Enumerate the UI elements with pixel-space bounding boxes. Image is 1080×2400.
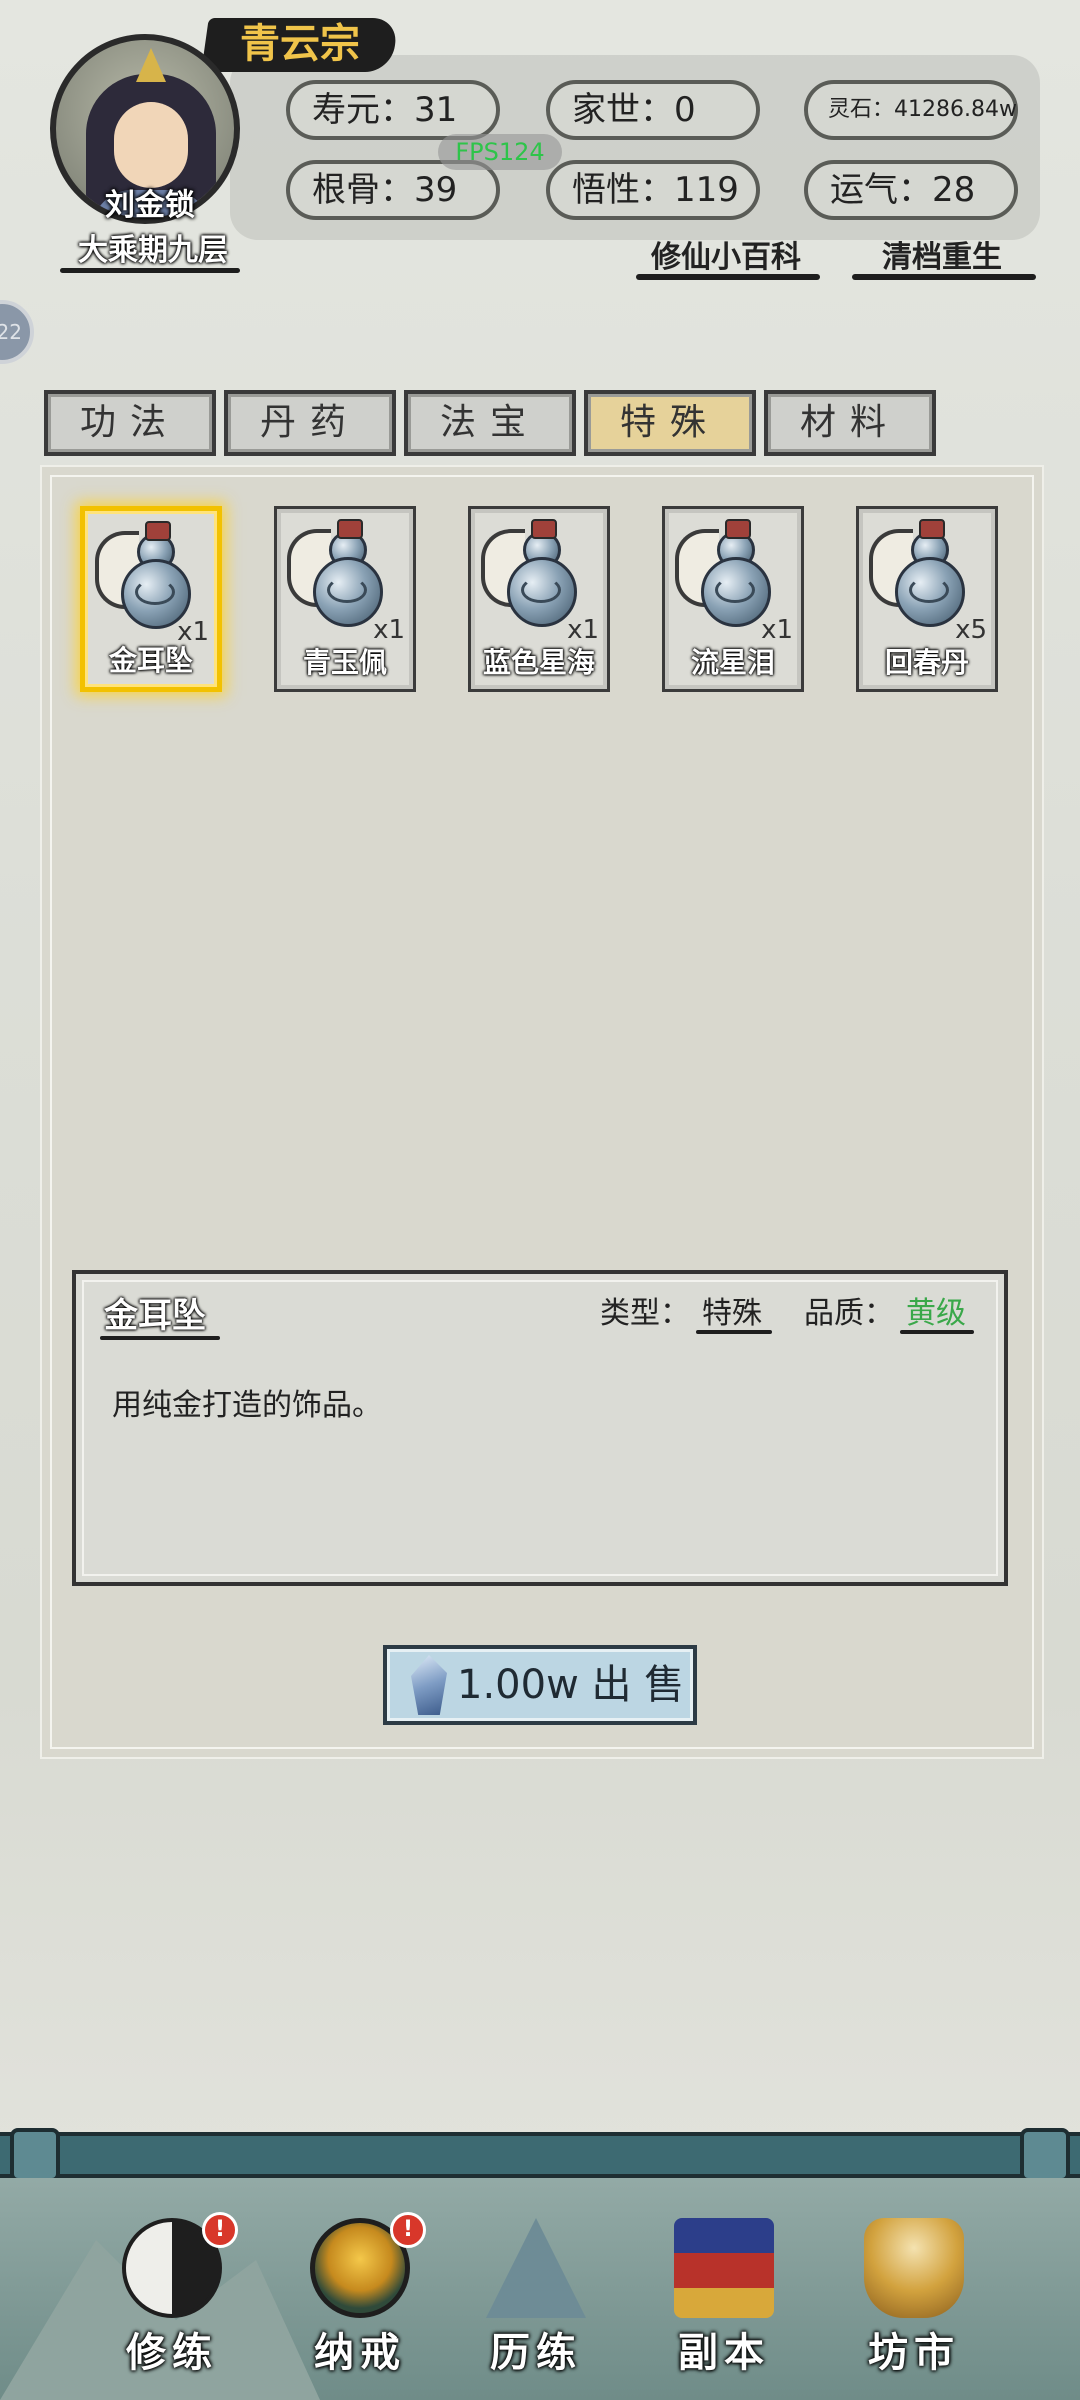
reset-underline (852, 274, 1036, 280)
mountain-icon (486, 2218, 586, 2318)
item-name: 回春丹 (884, 646, 969, 679)
comprehension-stat: 悟性：119 (546, 160, 760, 220)
luck-stat: 运气：28 (804, 160, 1018, 220)
family-stat: 家世：0 (546, 80, 760, 140)
detail-type-label: 类型： (600, 1296, 690, 1331)
nav-cultivate[interactable]: ! 修练 (92, 2210, 252, 2390)
incense-burner-icon (864, 2218, 964, 2318)
detail-type-value: 特殊 (702, 1296, 762, 1331)
gourd-cork (145, 521, 171, 541)
item-name: 青玉佩 (302, 646, 387, 679)
scroll-end-right (1020, 2128, 1070, 2182)
spirit-stones-stat: 灵石：41286.84w (804, 80, 1018, 140)
swirl-pattern (521, 577, 561, 603)
item-name: 金耳坠 (108, 644, 193, 677)
scroll-end-left (10, 2128, 60, 2182)
gourd-cork (531, 519, 557, 539)
swirl-pattern (715, 577, 755, 603)
nav-dungeon[interactable]: 副本 (644, 2210, 804, 2390)
tab-materials[interactable]: 材料 (764, 390, 936, 456)
swirl-pattern (327, 577, 367, 603)
avatar-face (114, 102, 188, 188)
side-tab[interactable]: 22 (0, 300, 34, 364)
detail-quality-underline (900, 1330, 974, 1334)
gourd-cork (725, 519, 751, 539)
alert-badge: ! (202, 2212, 238, 2248)
avatar-crown (136, 48, 166, 82)
detail-description: 用纯金打造的饰品。 (112, 1388, 382, 1423)
pavilion-icon (674, 2218, 774, 2318)
lifespan-stat: 寿元：31 (286, 80, 500, 140)
nav-label: 坊市 (868, 2330, 960, 2376)
detail-quality-value: 黄级 (906, 1296, 966, 1331)
sell-button[interactable]: 1.00w 出 售 (383, 1645, 697, 1725)
sect-name: 青云宗 (240, 20, 360, 67)
nav-label: 历练 (490, 2330, 582, 2376)
swirl-pattern (135, 579, 175, 605)
nav-label: 副本 (678, 2330, 770, 2376)
inventory-slot[interactable]: x1 金耳坠 (80, 506, 222, 692)
inventory-slot[interactable]: x1 蓝色星海 (468, 506, 610, 692)
reset-button[interactable]: 清档重生 (862, 232, 1022, 276)
alert-badge: ! (390, 2212, 426, 2248)
item-name: 流星泪 (690, 646, 775, 679)
tab-pills[interactable]: 丹药 (224, 390, 396, 456)
nav-storage-ring[interactable]: ! 纳戒 (280, 2210, 440, 2390)
inventory-slot[interactable]: x5 回春丹 (856, 506, 998, 692)
sell-button-label: 1.00w 出 售 (457, 1662, 685, 1708)
inventory-slot[interactable]: x1 青玉佩 (274, 506, 416, 692)
scroll-divider (0, 2132, 1080, 2178)
tab-special[interactable]: 特殊 (584, 390, 756, 456)
nav-label: 修练 (126, 2330, 218, 2376)
detail-quality-label: 品质： (804, 1296, 894, 1331)
spirit-stone-icon (411, 1655, 447, 1715)
swirl-pattern (909, 577, 949, 603)
cultivation-realm: 大乘期九层 (78, 233, 228, 268)
realm-underline (60, 268, 240, 273)
nav-adventure[interactable]: 历练 (456, 2210, 616, 2390)
nav-label: 纳戒 (314, 2330, 406, 2376)
detail-item-name: 金耳坠 (104, 1296, 206, 1336)
item-detail-box: 金耳坠 类型： 特殊 品质： 黄级 用纯金打造的饰品。 (72, 1270, 1008, 1586)
item-name: 蓝色星海 (482, 646, 595, 679)
tab-techniques[interactable]: 功法 (44, 390, 216, 456)
detail-type-underline (696, 1330, 772, 1334)
encyclopedia-underline (636, 274, 820, 280)
fps-counter: FPS124 (438, 134, 562, 170)
detail-title-underline (100, 1336, 220, 1340)
encyclopedia-button[interactable]: 修仙小百科 (636, 232, 816, 276)
tab-artifacts[interactable]: 法宝 (404, 390, 576, 456)
inventory-slot[interactable]: x1 流星泪 (662, 506, 804, 692)
gourd-cork (337, 519, 363, 539)
gourd-cork (919, 519, 945, 539)
nav-market[interactable]: 坊市 (834, 2210, 994, 2390)
player-name: 刘金锁 (105, 188, 195, 223)
